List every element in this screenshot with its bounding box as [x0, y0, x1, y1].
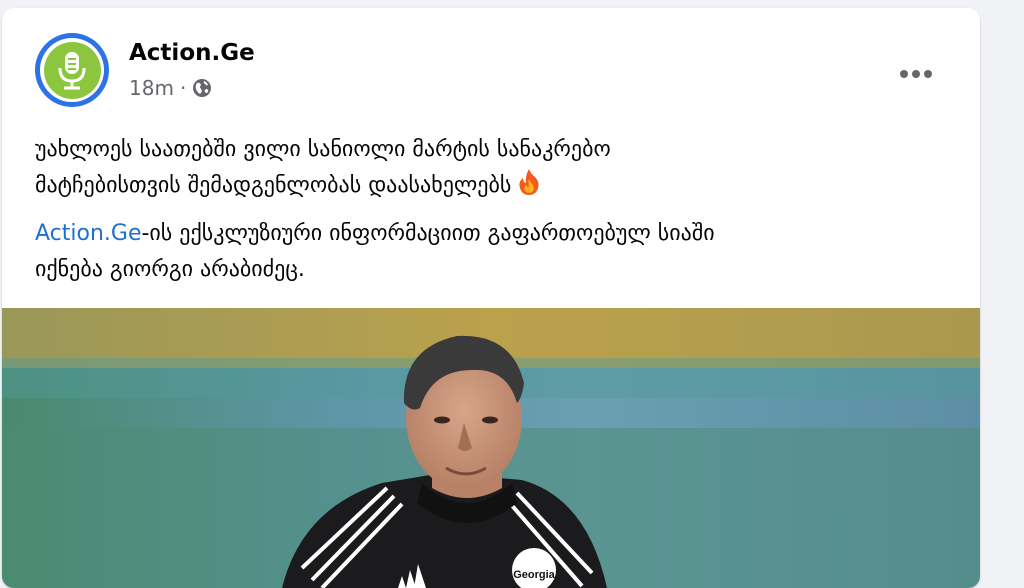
fire-emoji-icon — [517, 168, 541, 208]
post-line-2: მატჩებისთვის შემადგენლობას დაასახელებს — [35, 173, 512, 198]
meta-separator: · — [179, 76, 187, 100]
post-paragraph-2: Action.Ge-ის ექსკლუზიური ინფორმაციით გაფ… — [35, 216, 955, 288]
post-body: უახლოეს საათებში ვილი სანიოლი მარტის სან… — [35, 132, 955, 288]
post-line-3-rest: -ის ექსკლუზიური ინფორმაციით გაფართოებულ … — [141, 221, 715, 246]
avatar-disc — [43, 41, 101, 99]
post-line-4: იქნება გიორგი არაბიძეც. — [35, 257, 305, 282]
post-card: Action.Ge 18m · უახლოეს საათებში ვილი სა… — [2, 8, 980, 588]
jacket-badge-text: Georgia — [513, 569, 555, 581]
post-meta: 18m · — [129, 76, 212, 100]
page-avatar[interactable] — [35, 33, 109, 107]
post-photo[interactable]: Georgia — [2, 308, 980, 588]
post-time[interactable]: 18m — [129, 76, 174, 100]
more-options-button[interactable] — [892, 56, 940, 92]
post-paragraph-1: უახლოეს საათებში ვილი სანიოლი მარტის სან… — [35, 132, 955, 208]
avatar-ring — [40, 38, 104, 102]
post-line-1: უახლოეს საათებში ვილი სანიოლი მარტის სან… — [35, 137, 611, 162]
author-name[interactable]: Action.Ge — [129, 40, 255, 66]
source-link[interactable]: Action.Ge — [35, 221, 141, 246]
microphone-icon — [58, 52, 86, 90]
globe-icon[interactable] — [192, 78, 212, 98]
ellipsis-icon — [900, 70, 932, 78]
